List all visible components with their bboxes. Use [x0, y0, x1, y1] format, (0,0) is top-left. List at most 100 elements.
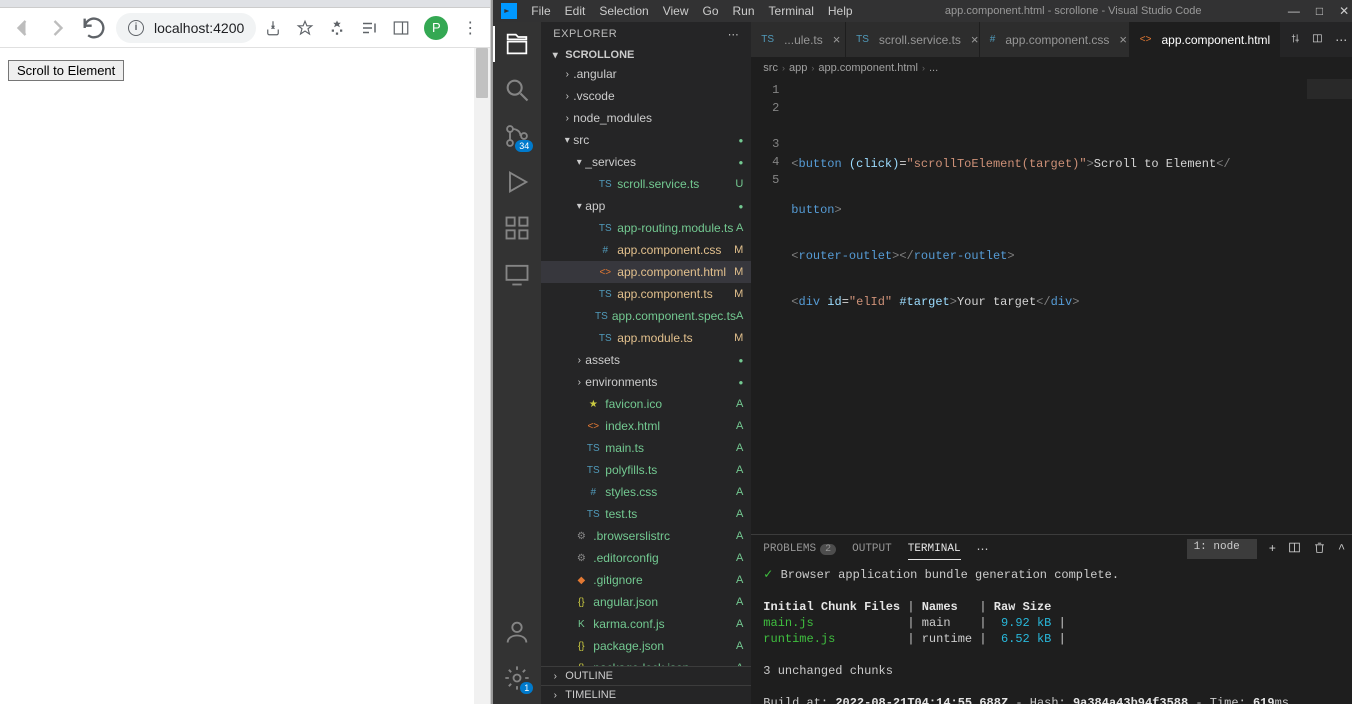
- code-editor[interactable]: 12 345 <button (click)="scrollToElement(…: [751, 79, 1352, 534]
- breadcrumb-segment[interactable]: app: [789, 62, 807, 74]
- menu-edit[interactable]: Edit: [559, 4, 592, 18]
- file-app-component-css[interactable]: #app.component.cssM: [541, 239, 751, 261]
- reload-button[interactable]: [80, 14, 108, 42]
- sidepanel-icon[interactable]: [392, 19, 410, 37]
- breadcrumb-segment[interactable]: src: [763, 62, 778, 74]
- reading-list-icon[interactable]: [360, 19, 378, 37]
- remote-activity-icon[interactable]: [503, 260, 531, 288]
- file--gitignore[interactable]: ◆.gitignoreA: [541, 569, 751, 591]
- chevron-icon: ▾: [573, 157, 585, 168]
- folder--angular[interactable]: ›.angular: [541, 63, 751, 85]
- git-status-badge: A: [736, 486, 743, 498]
- problems-tab[interactable]: PROBLEMS2: [763, 539, 836, 559]
- tab----ule-ts[interactable]: TS...ule.ts×: [751, 22, 846, 57]
- file-test-ts[interactable]: TStest.tsA: [541, 503, 751, 525]
- code-content: <button (click)="scrollToElement(target)…: [791, 79, 1352, 534]
- panel-tabs: PROBLEMS2 OUTPUT TERMINAL ⋯ 1: node + ^: [751, 535, 1352, 563]
- panel-more-icon[interactable]: ⋯: [977, 542, 989, 557]
- terminal-selector[interactable]: 1: node: [1187, 539, 1257, 559]
- menu-go[interactable]: Go: [697, 4, 725, 18]
- folder--vscode[interactable]: ›.vscode: [541, 85, 751, 107]
- folder-node-modules[interactable]: ›node_modules: [541, 107, 751, 129]
- outline-section[interactable]: ›OUTLINE: [541, 666, 751, 685]
- file--browserslistrc[interactable]: ⚙.browserslistrcA: [541, 525, 751, 547]
- explorer-activity-icon[interactable]: [503, 30, 531, 58]
- file-main-ts[interactable]: TSmain.tsA: [541, 437, 751, 459]
- minimap[interactable]: [1307, 79, 1352, 534]
- tab-app-component-css[interactable]: #app.component.css×: [980, 22, 1130, 57]
- accounts-activity-icon[interactable]: [503, 618, 531, 646]
- file-angular-json[interactable]: {}angular.jsonA: [541, 591, 751, 613]
- settings-activity-icon[interactable]: 1: [503, 664, 531, 692]
- share-icon[interactable]: [264, 19, 282, 37]
- close-tab-icon[interactable]: ×: [971, 32, 979, 47]
- extensions-activity-icon[interactable]: [503, 214, 531, 242]
- split-editor-icon[interactable]: [1312, 33, 1323, 47]
- folder-app[interactable]: ▾app●: [541, 195, 751, 217]
- kill-terminal-icon[interactable]: [1313, 541, 1326, 558]
- search-activity-icon[interactable]: [503, 76, 531, 104]
- file-app-component-ts[interactable]: TSapp.component.tsM: [541, 283, 751, 305]
- site-info-icon[interactable]: i: [128, 20, 144, 36]
- tab-app-component-html[interactable]: <>app.component.html: [1130, 22, 1280, 57]
- folder-environments[interactable]: ›environments●: [541, 371, 751, 393]
- address-bar[interactable]: i localhost:4200: [116, 13, 256, 43]
- project-root[interactable]: ▾ SCROLLONE: [541, 47, 751, 63]
- file-package-lock-json[interactable]: {}package-lock.jsonA: [541, 657, 751, 666]
- kebab-menu-icon[interactable]: ⋮: [462, 18, 478, 38]
- star-icon[interactable]: [296, 19, 314, 37]
- scrollbar-thumb[interactable]: [476, 48, 488, 98]
- minimize-button[interactable]: —: [1288, 4, 1300, 18]
- file--editorconfig[interactable]: ⚙.editorconfigA: [541, 547, 751, 569]
- folder-assets[interactable]: ›assets●: [541, 349, 751, 371]
- back-button[interactable]: [8, 14, 36, 42]
- split-terminal-icon[interactable]: [1288, 541, 1301, 558]
- output-tab[interactable]: OUTPUT: [852, 539, 892, 559]
- file-package-json[interactable]: {}package.jsonA: [541, 635, 751, 657]
- explorer-more-icon[interactable]: ⋯: [728, 28, 740, 41]
- close-button[interactable]: ✕: [1339, 4, 1349, 18]
- terminal-output[interactable]: ✓ Browser application bundle generation …: [751, 563, 1352, 704]
- profile-avatar[interactable]: P: [424, 16, 448, 40]
- file-polyfills-ts[interactable]: TSpolyfills.tsA: [541, 459, 751, 481]
- file-karma-conf-js[interactable]: Kkarma.conf.jsA: [541, 613, 751, 635]
- breadcrumb[interactable]: src›app›app.component.html›...: [751, 57, 1352, 79]
- page-scrollbar[interactable]: [474, 48, 490, 704]
- menu-run[interactable]: Run: [727, 4, 761, 18]
- extensions-icon[interactable]: [328, 19, 346, 37]
- new-terminal-icon[interactable]: +: [1269, 542, 1276, 556]
- close-tab-icon[interactable]: ×: [833, 32, 841, 47]
- scroll-to-element-button[interactable]: Scroll to Element: [8, 60, 124, 81]
- folder--services[interactable]: ▾_services●: [541, 151, 751, 173]
- folder-src[interactable]: ▾src●: [541, 129, 751, 151]
- maximize-button[interactable]: □: [1316, 4, 1323, 18]
- browser-toolbar: i localhost:4200 P ⋮: [0, 8, 490, 48]
- menu-file[interactable]: File: [525, 4, 556, 18]
- maximize-panel-icon[interactable]: ^: [1338, 542, 1345, 556]
- breadcrumb-segment[interactable]: app.component.html: [818, 62, 918, 74]
- terminal-tab[interactable]: TERMINAL: [908, 539, 961, 560]
- menu-help[interactable]: Help: [822, 4, 859, 18]
- menu-view[interactable]: View: [657, 4, 695, 18]
- run-debug-activity-icon[interactable]: [503, 168, 531, 196]
- file-scroll-service-ts[interactable]: TSscroll.service.tsU: [541, 173, 751, 195]
- file-app-routing-module-ts[interactable]: TSapp-routing.module.tsA: [541, 217, 751, 239]
- file-app-component-html[interactable]: <>app.component.htmlM: [541, 261, 751, 283]
- file-app-module-ts[interactable]: TSapp.module.tsM: [541, 327, 751, 349]
- tab-scroll-service-ts[interactable]: TSscroll.service.ts×: [846, 22, 980, 57]
- timeline-section[interactable]: ›TIMELINE: [541, 685, 751, 704]
- chevron-right-icon: ›: [782, 63, 785, 73]
- compare-changes-icon[interactable]: [1290, 33, 1301, 47]
- source-control-activity-icon[interactable]: 34: [503, 122, 531, 150]
- more-actions-icon[interactable]: ⋯: [1335, 33, 1347, 47]
- file-index-html[interactable]: <>index.htmlA: [541, 415, 751, 437]
- file-app-component-spec-ts[interactable]: TSapp.component.spec.tsA: [541, 305, 751, 327]
- file-styles-css[interactable]: #styles.cssA: [541, 481, 751, 503]
- menu-terminal[interactable]: Terminal: [763, 4, 820, 18]
- breadcrumb-segment[interactable]: ...: [929, 62, 938, 74]
- close-tab-icon[interactable]: ×: [1119, 32, 1127, 47]
- file-favicon-ico[interactable]: ★favicon.icoA: [541, 393, 751, 415]
- url-text: localhost:4200: [154, 20, 244, 36]
- menu-selection[interactable]: Selection: [593, 4, 654, 18]
- forward-button[interactable]: [44, 14, 72, 42]
